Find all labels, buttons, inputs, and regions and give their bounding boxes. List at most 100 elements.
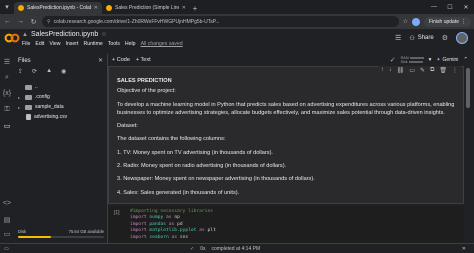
secrets-key-icon[interactable]: ⚿ xyxy=(2,106,12,114)
browser-tab-colab[interactable]: SalesPrediction.ipynb - Colab ✕ xyxy=(14,2,102,14)
disk-usage-bar xyxy=(18,236,104,238)
add-code-button[interactable]: + Code xyxy=(112,57,130,63)
variables-icon[interactable]: {x} xyxy=(2,90,12,97)
star-icon[interactable]: ☆ xyxy=(101,31,106,38)
text-cell[interactable]: ↑ ↓ ⛓ ▭ ✎ ⧉ 🗑 ⋮ SALES PREDICTION Objecti… xyxy=(108,66,464,204)
command-palette-icon[interactable]: ▤ xyxy=(2,216,12,224)
gemini-button[interactable]: ✦ Gemini xyxy=(436,57,458,63)
add-text-button[interactable]: + Text xyxy=(136,57,151,63)
terminal-toggle-icon[interactable]: ▭ xyxy=(4,246,12,252)
finish-update-label: Finish update xyxy=(428,18,459,25)
forward-icon[interactable]: → xyxy=(16,17,25,26)
move-down-icon[interactable]: ↓ xyxy=(389,67,392,74)
disk-available: 75.64 GB available xyxy=(68,229,104,234)
folder-icon xyxy=(25,84,32,90)
dataset-intro: The dataset contains the following colum… xyxy=(117,136,226,143)
mirror-cell-icon[interactable]: ⧉ xyxy=(430,67,434,74)
runtime-dropdown-icon[interactable]: ▾ xyxy=(429,57,432,63)
edit-icon[interactable]: ✎ xyxy=(420,67,425,74)
resources-indicator[interactable]: RAM Disk xyxy=(401,56,424,64)
menu-view[interactable]: View xyxy=(49,41,60,47)
comment-icon[interactable]: ▭ xyxy=(409,67,415,74)
menu-bar: File Edit View Insert Runtime Tools Help… xyxy=(22,41,183,47)
disk-bar xyxy=(408,61,423,64)
comments-icon[interactable]: ☰ xyxy=(395,34,401,42)
gemini-label: Gemini xyxy=(442,57,459,63)
save-status[interactable]: All changes saved xyxy=(141,41,183,47)
mount-drive-icon[interactable]: ▲ xyxy=(46,68,52,75)
code-line: import seaborn as sns xyxy=(130,234,189,240)
code-cell[interactable]: [1] #importing necessary libraries impor… xyxy=(108,206,464,243)
upload-icon[interactable]: ⇪ xyxy=(18,68,23,75)
user-avatar[interactable] xyxy=(456,32,468,44)
browser-tab-label: SalesPrediction.ipynb - Colab xyxy=(27,5,91,11)
link-icon[interactable]: ⛓ xyxy=(397,67,405,74)
close-tab-icon[interactable]: ✕ xyxy=(94,5,98,11)
colab-logo-icon[interactable] xyxy=(4,33,20,43)
close-tab-icon[interactable]: ✕ xyxy=(182,5,186,11)
notebook-title[interactable]: SalesPrediction.ipynb xyxy=(31,31,98,38)
file-tree-item-label: .. xyxy=(35,84,38,90)
refresh-folder-icon[interactable]: ⟳ xyxy=(32,68,37,75)
collapse-toolbar-icon[interactable]: ⌃ xyxy=(463,57,468,63)
more-options-icon[interactable]: ⋮ xyxy=(452,67,458,74)
code-snippets-icon[interactable]: <> xyxy=(2,200,12,207)
elapsed-time: 0s xyxy=(200,245,206,252)
minimize-icon[interactable]: — xyxy=(426,0,442,14)
objective-text: To develop a machine learning model in P… xyxy=(117,101,455,116)
reload-icon[interactable]: ↻ xyxy=(29,17,38,26)
run-cell-indicator[interactable]: [1] xyxy=(114,210,120,216)
close-status-icon[interactable]: ✕ xyxy=(462,246,466,252)
ram-bar xyxy=(409,57,424,60)
scrollbar-thumb[interactable] xyxy=(466,68,470,108)
menu-runtime[interactable]: Runtime xyxy=(83,41,102,47)
search-icon[interactable]: ⌕ xyxy=(2,74,12,82)
menu-edit[interactable]: Edit xyxy=(35,41,44,47)
settings-gear-icon[interactable]: ⚙ xyxy=(442,34,448,42)
menu-file[interactable]: File xyxy=(22,41,30,47)
share-icon: ⚇ xyxy=(409,35,415,42)
file-tree-item[interactable]: ▸ sample_data xyxy=(18,102,106,112)
share-button[interactable]: ⚇ Share xyxy=(409,35,433,42)
column-sales: 4. Sales: Sales generated (in thousands … xyxy=(117,189,240,196)
header-actions: ☰ ⚇ Share ⚙ xyxy=(395,32,468,44)
window-controls: — ☐ ✕ xyxy=(426,0,474,14)
status-bar: ▭ ✓ 0s completed at 4:14 PM ✕ xyxy=(0,243,474,253)
close-panel-icon[interactable]: ✕ xyxy=(98,57,103,64)
more-menu-icon: ⋮ xyxy=(461,18,466,25)
menu-insert[interactable]: Insert xyxy=(65,41,78,47)
tab-search-icon[interactable]: ▾ xyxy=(0,0,14,14)
disk-usage: Disk 75.64 GB available xyxy=(18,229,104,238)
browser-tab-sales[interactable]: Sales Prediction (Simple Linea ✕ xyxy=(102,2,190,14)
new-tab-button[interactable]: + xyxy=(190,2,200,14)
profile-avatar[interactable] xyxy=(411,17,420,26)
completed-time: completed at 4:14 PM xyxy=(211,245,261,252)
notebook-scrollbar[interactable] xyxy=(466,66,470,243)
url-field[interactable]: ⚲ colab.research.google.com/drive/1-Zh0R… xyxy=(42,16,399,27)
file-tree-item-label: sample_data xyxy=(35,104,64,110)
back-icon[interactable]: ← xyxy=(3,17,12,26)
terminal-icon[interactable]: ▭ xyxy=(2,230,12,238)
expand-arrow-icon[interactable]: ▸ xyxy=(18,95,22,100)
finish-update-button[interactable]: Finish update ⋮ xyxy=(423,16,471,27)
file-tree-item[interactable]: advertising.csv xyxy=(18,112,106,122)
hide-files-eye-icon[interactable]: ◉ xyxy=(61,68,66,75)
site-info-icon[interactable]: ⚲ xyxy=(47,19,51,25)
move-up-icon[interactable]: ↑ xyxy=(381,67,384,74)
markdown-content: SALES PREDICTION Objective of the projec… xyxy=(117,77,457,202)
toc-icon[interactable]: ☰ xyxy=(2,58,12,66)
close-window-icon[interactable]: ✕ xyxy=(458,0,474,14)
maximize-icon[interactable]: ☐ xyxy=(442,0,458,14)
code-editor[interactable]: #importing necessary libraries import nu… xyxy=(130,209,216,241)
delete-icon[interactable]: 🗑 xyxy=(439,67,447,74)
menu-tools[interactable]: Tools xyxy=(108,41,120,47)
url-text: colab.research.google.com/drive/1-Zh0RWe… xyxy=(53,18,220,25)
expand-arrow-icon[interactable]: ▸ xyxy=(18,105,22,110)
bookmark-star-icon[interactable]: ☆ xyxy=(403,18,408,25)
files-panel: Files ✕ ⇪ ⟳ ▲ ◉ .. ▸ .config ▸ sample_da… xyxy=(14,54,108,243)
files-folder-icon[interactable]: ▭ xyxy=(2,122,12,130)
address-bar-row: ← → ↻ ⚲ colab.research.google.com/drive/… xyxy=(0,14,474,29)
menu-help[interactable]: Help xyxy=(125,41,136,47)
file-tree-item[interactable]: .. xyxy=(18,82,106,92)
file-tree-item[interactable]: ▸ .config xyxy=(18,92,106,102)
